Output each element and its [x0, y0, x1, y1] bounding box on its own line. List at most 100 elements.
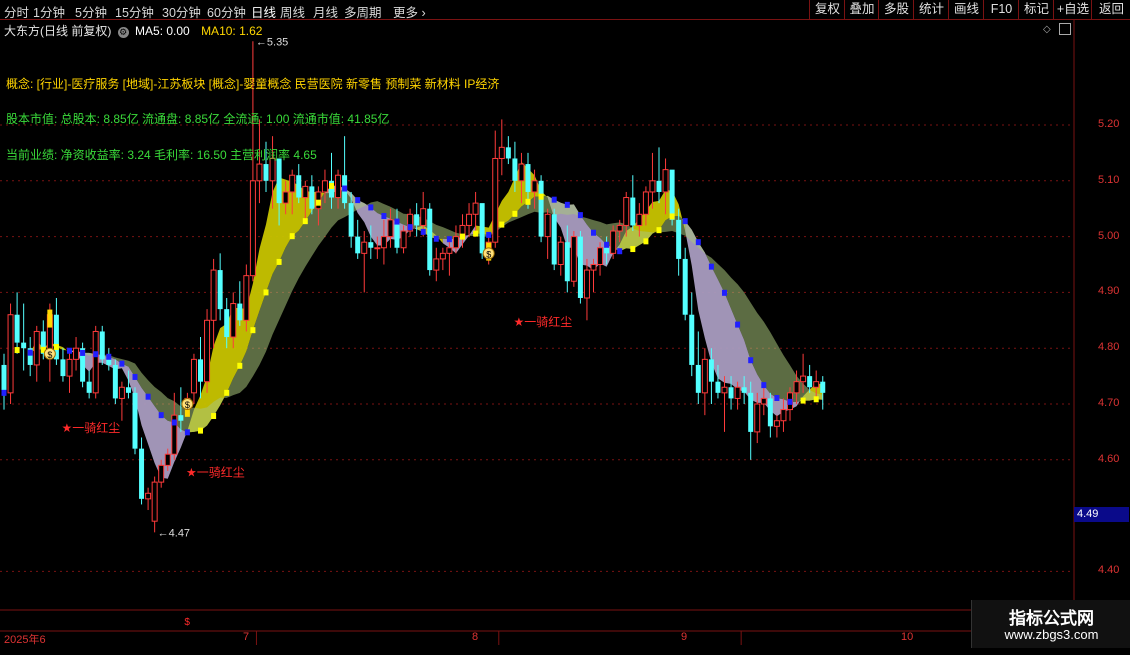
signal-candle	[47, 309, 53, 328]
period-tab-9[interactable]: 多周期	[344, 2, 382, 21]
candle-body	[309, 186, 315, 209]
window-icon[interactable]	[1059, 23, 1071, 35]
period-tab-1[interactable]: 1分钟	[33, 2, 65, 21]
ma-ribbon	[187, 177, 325, 433]
diamond-icon[interactable]: ◇	[1043, 24, 1051, 35]
ma-dot	[682, 218, 688, 225]
ma-dot	[761, 382, 767, 389]
candle-body	[656, 180, 662, 192]
ma-dot	[551, 196, 557, 203]
watermark-title: 指标公式网	[1009, 609, 1094, 628]
period-tab-3[interactable]: 15分钟	[115, 2, 154, 21]
candle-body	[368, 242, 374, 248]
candle-body	[734, 386, 741, 399]
ma-dot	[695, 239, 701, 246]
coin-symbol: $	[47, 350, 52, 360]
candle-body	[118, 386, 125, 399]
candle-body	[813, 381, 820, 388]
ma-dot	[329, 182, 334, 189]
candle-body	[773, 420, 780, 427]
candle-body	[748, 392, 754, 432]
ma-dot	[302, 218, 308, 225]
toolbar-button-0[interactable]: 复权	[809, 0, 845, 19]
candle-body	[66, 358, 73, 377]
candle-body	[538, 180, 544, 237]
candle-body	[498, 146, 505, 159]
candle-body	[610, 230, 617, 254]
ma-dot	[67, 347, 72, 354]
candle-body	[60, 359, 66, 377]
watermark-url: www.zbgs3.com	[1004, 627, 1099, 642]
candle-body	[662, 169, 669, 193]
period-tab-10[interactable]: 更多 ›	[393, 2, 426, 21]
ma-dot	[748, 357, 754, 364]
candle-body	[400, 230, 407, 249]
candle-body	[604, 247, 610, 254]
candle-body	[132, 392, 138, 449]
toolbar-button-7[interactable]: +自选	[1053, 0, 1092, 19]
ma-dot	[237, 362, 243, 369]
toolbar-button-1[interactable]: 叠加	[844, 0, 879, 19]
candle-body	[14, 314, 20, 343]
period-tab-6[interactable]: 日线	[251, 2, 276, 21]
candle-body	[224, 309, 230, 338]
candle-body	[427, 208, 433, 271]
candle-body	[557, 241, 564, 265]
candle-body	[512, 158, 518, 181]
candle-body	[741, 387, 747, 393]
candle-body	[793, 381, 800, 394]
candle-body	[348, 203, 354, 237]
gear-icon[interactable]: ⚙	[117, 27, 129, 38]
candle-body	[583, 269, 590, 299]
ma-dot	[774, 394, 780, 401]
candle-body	[263, 164, 269, 181]
ma-dot	[669, 213, 675, 220]
candle-body	[505, 147, 511, 159]
candle-body	[577, 236, 583, 298]
signal-label: ★一骑红尘	[62, 420, 121, 435]
toolbar-button-2[interactable]: 多股	[878, 0, 914, 19]
candle-body	[479, 203, 485, 254]
candle-body	[217, 270, 223, 310]
candle-body	[564, 242, 570, 282]
period-tab-2[interactable]: 5分钟	[75, 2, 107, 21]
ma-dot	[250, 327, 256, 334]
period-tab-5[interactable]: 60分钟	[207, 2, 246, 21]
ma-dot	[145, 393, 151, 400]
ma-dot	[368, 204, 374, 211]
candle-body	[708, 359, 714, 382]
period-tab-0[interactable]: 分时	[4, 2, 29, 21]
toolbar-button-6[interactable]: 标记	[1018, 0, 1054, 19]
candle-body	[125, 387, 131, 393]
candle-body	[355, 236, 361, 254]
toolbar-button-3[interactable]: 统计	[913, 0, 949, 19]
candle-body	[452, 236, 459, 249]
ma-dot	[722, 289, 727, 296]
period-tab-8[interactable]: 月线	[313, 2, 338, 21]
candle-body	[249, 180, 256, 277]
candle-body	[754, 403, 761, 433]
ma-dot	[315, 199, 321, 206]
candle-body	[282, 191, 289, 204]
toolbar-button-4[interactable]: 画线	[948, 0, 984, 19]
candle-body	[276, 158, 282, 204]
candle-body	[820, 381, 826, 393]
ma-dot	[119, 360, 125, 367]
candle-body	[7, 314, 14, 394]
ma-dot	[342, 185, 348, 192]
ma-dot	[263, 289, 269, 296]
ma-dot	[394, 218, 400, 225]
ma-dot	[158, 412, 164, 419]
stock-title: 大东方(日线 前复权)	[4, 24, 112, 38]
period-tab-7[interactable]: 周线	[280, 2, 305, 21]
toolbar-button-5[interactable]: F10	[983, 0, 1019, 19]
candle-body	[230, 303, 237, 338]
x-tick-label: 9	[681, 631, 688, 643]
candle-body	[466, 213, 473, 226]
candle-body	[682, 258, 688, 315]
period-tab-4[interactable]: 30分钟	[162, 2, 201, 21]
toolbar-button-8[interactable]: 返回	[1091, 0, 1130, 19]
candle-body	[289, 174, 296, 193]
ma-dot	[630, 246, 636, 253]
ma-dot	[813, 396, 819, 403]
